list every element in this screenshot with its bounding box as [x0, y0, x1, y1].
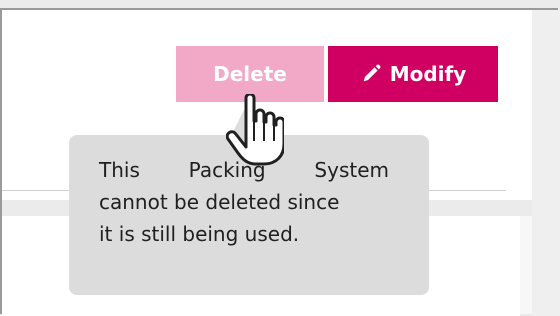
- tooltip-line-3: it is still being used.: [99, 222, 300, 246]
- application-screen: Delete Modify This Packing System cannot…: [0, 0, 560, 316]
- tooltip-word: This: [99, 158, 140, 182]
- modify-button[interactable]: Modify: [328, 46, 498, 102]
- pencil-icon: [363, 64, 381, 82]
- main-panel: Delete Modify This Packing System cannot…: [0, 8, 560, 316]
- modify-button-label: Modify: [389, 62, 467, 86]
- hand-pointer-icon: [226, 94, 284, 166]
- tooltip-line-2: cannot be deleted since: [99, 190, 340, 214]
- vertical-scrollbar[interactable]: [532, 10, 560, 316]
- tooltip-word: System: [314, 158, 389, 182]
